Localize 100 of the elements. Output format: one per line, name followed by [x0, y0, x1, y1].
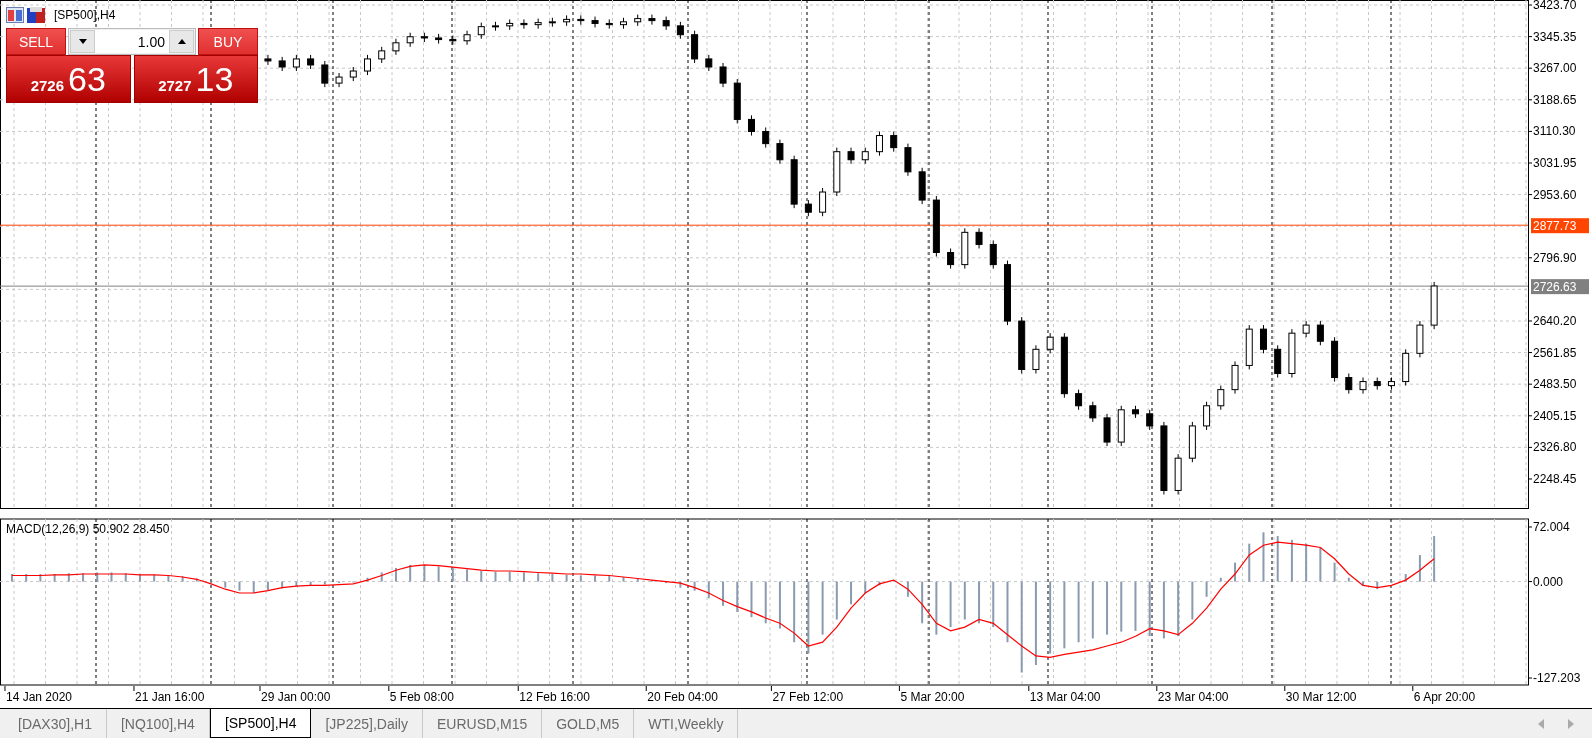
- price-axis-label: 2326.80: [1533, 440, 1577, 455]
- macd-bar: [138, 574, 141, 582]
- macd-bar: [39, 574, 42, 582]
- macd-bar: [1177, 581, 1180, 637]
- macd-bar: [551, 574, 554, 582]
- macd-bar: [1376, 581, 1379, 590]
- macd-bar: [1319, 547, 1322, 582]
- macd-bar: [722, 581, 725, 606]
- disk-icon[interactable]: [27, 7, 45, 23]
- macd-bar: [736, 581, 739, 612]
- price-tag: 2726.63: [1531, 279, 1589, 295]
- macd-bar: [1362, 581, 1365, 586]
- macd-bar: [1120, 581, 1123, 632]
- buy-price-button[interactable]: 2727 13: [133, 55, 258, 103]
- macd-bar: [1418, 555, 1421, 582]
- macd-bar: [1404, 574, 1407, 582]
- time-axis-label: 29 Jan 00:00: [261, 690, 331, 704]
- macd-bar: [1248, 543, 1251, 582]
- sell-button[interactable]: SELL: [6, 28, 66, 55]
- macd-bar: [1134, 581, 1137, 631]
- macd-bar: [1063, 581, 1066, 649]
- macd-bar: [878, 581, 881, 586]
- macd-bar: [1006, 581, 1009, 643]
- macd-axis-label: 72.004: [1533, 520, 1570, 534]
- time-axis-label: 6 Apr 20:00: [1413, 690, 1476, 704]
- price-axis-label: 2796.90: [1533, 250, 1577, 265]
- macd-bar: [864, 581, 867, 593]
- macd-bar: [10, 574, 13, 582]
- macd-bar: [323, 581, 326, 585]
- macd-bar: [423, 564, 426, 582]
- macd-bar: [978, 581, 981, 624]
- price-axis-label: 2248.45: [1533, 472, 1577, 486]
- price-axis-label: 2640.20: [1533, 314, 1577, 328]
- macd-bar: [750, 581, 753, 618]
- price-axis-label: 2953.60: [1533, 187, 1577, 202]
- macd-bar: [821, 581, 824, 635]
- price-axis-label: 3031.95: [1533, 156, 1577, 170]
- macd-bar: [281, 581, 284, 589]
- macd-bar: [210, 581, 213, 584]
- macd-bar: [110, 572, 113, 582]
- sell-price-button[interactable]: 2726 63: [6, 55, 131, 103]
- macd-bar: [1148, 581, 1151, 637]
- macd-bar: [238, 581, 241, 591]
- macd-bar: [1347, 577, 1350, 582]
- macd-bar: [537, 573, 540, 582]
- time-axis-label: 20 Feb 04:00: [647, 690, 718, 704]
- price-axis-label: 2405.15: [1533, 408, 1577, 423]
- price-tag: 2877.73: [1531, 218, 1589, 234]
- macd-bar: [793, 581, 796, 643]
- macd-bar: [309, 581, 312, 586]
- macd-axis-label: -127.203: [1533, 671, 1581, 686]
- time-axis-label: 5 Feb 08:00: [389, 690, 454, 704]
- macd-bar: [252, 581, 255, 593]
- macd-bar: [693, 581, 696, 591]
- macd-bar: [1333, 562, 1336, 582]
- macd-bar: [707, 581, 710, 599]
- macd-bar: [579, 575, 582, 582]
- table-icon[interactable]: [6, 7, 24, 23]
- macd-bar: [764, 581, 767, 624]
- chart-tab[interactable]: [SP500],H4: [209, 709, 312, 738]
- macd-axis-label: 0.000: [1533, 574, 1564, 589]
- macd-bar: [466, 569, 469, 582]
- price-axis-label: 3188.65: [1533, 92, 1577, 107]
- macd-bar: [409, 564, 412, 582]
- macd-bar: [181, 576, 184, 582]
- macd-bar: [636, 578, 639, 582]
- time-axis-label: 23 Mar 04:00: [1157, 690, 1229, 704]
- macd-bar: [935, 581, 938, 635]
- time-axis-label: 12 Feb 16:00: [519, 690, 590, 704]
- macd-bar: [494, 571, 497, 582]
- macd-bar: [992, 581, 995, 628]
- macd-bar: [338, 581, 341, 584]
- macd-bar: [394, 567, 397, 582]
- macd-bar: [565, 574, 568, 582]
- macd-bar: [508, 571, 511, 582]
- macd-bar: [1305, 543, 1308, 582]
- time-axis-label: 21 Jan 16:00: [134, 690, 205, 704]
- buy-button[interactable]: BUY: [198, 28, 258, 55]
- macd-bar: [1219, 577, 1222, 582]
- macd-bar: [1191, 581, 1194, 620]
- macd-bar: [963, 581, 966, 620]
- macd-bar: [1077, 581, 1080, 643]
- macd-bar: [167, 575, 170, 582]
- indicator-label: MACD(12,26,9) 50.902 28.450: [6, 522, 170, 536]
- macd-bar: [835, 581, 838, 620]
- time-axis-label: 5 Mar 20:00: [900, 690, 965, 704]
- macd-bar: [594, 575, 597, 582]
- macd-bar: [25, 574, 28, 582]
- macd-bar: [380, 572, 383, 582]
- macd-bar: [67, 573, 70, 582]
- macd-bar: [1091, 581, 1094, 639]
- macd-bar: [906, 581, 909, 597]
- macd-bar: [679, 581, 682, 588]
- macd-bar: [921, 581, 924, 624]
- time-axis-label: 13 Mar 04:00: [1029, 690, 1101, 704]
- price-axis-label: 3345.35: [1533, 29, 1577, 44]
- macd-bar: [522, 572, 525, 582]
- macd-bar: [224, 581, 227, 588]
- price-axis-label: 2561.85: [1533, 345, 1577, 360]
- time-axis-label: 30 Mar 12:00: [1285, 690, 1357, 704]
